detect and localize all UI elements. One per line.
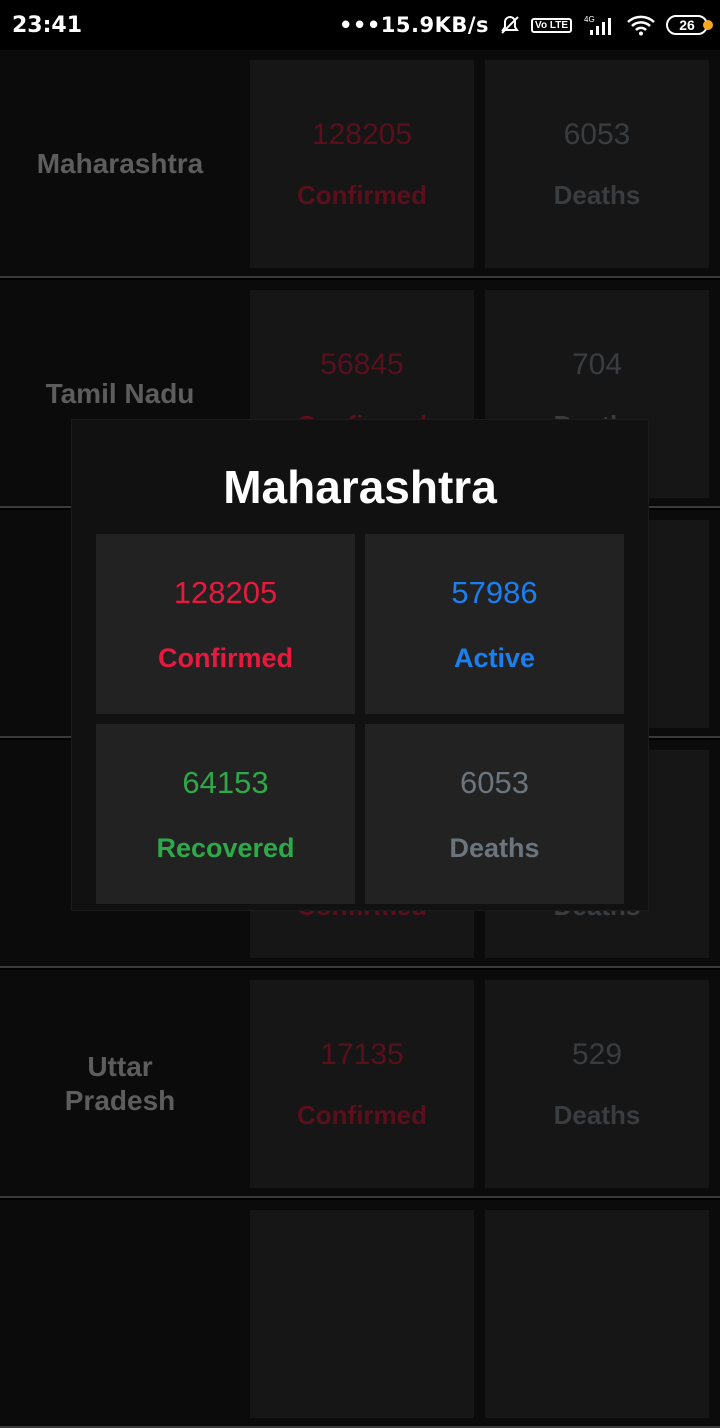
- confirmed-stat-label: Confirmed: [158, 642, 293, 673]
- state-name: Maharashtra: [36, 148, 204, 179]
- confirmed-stat-card: 128205 Confirmed: [96, 534, 355, 714]
- confirmed-value: 17135: [320, 1037, 404, 1071]
- confirmed-card: [250, 1210, 474, 1418]
- volte-icon: Vo LTE: [531, 17, 572, 33]
- status-time: 23:41: [12, 12, 83, 38]
- mute-bell-icon: [499, 14, 521, 36]
- active-stat-label: Active: [453, 642, 536, 673]
- deaths-stat-card: 6053 Deaths: [365, 724, 624, 904]
- confirmed-card: 128205 Confirmed: [250, 60, 474, 268]
- deaths-stat-label: Deaths: [449, 832, 540, 863]
- state-name: [0, 1200, 240, 1428]
- network-speed: •••15.9KB/s: [339, 13, 490, 37]
- confirmed-label: Confirmed: [297, 179, 427, 210]
- deaths-label: Deaths: [553, 1099, 641, 1130]
- deaths-card: 6053 Deaths: [485, 60, 709, 268]
- svg-text:4G: 4G: [584, 15, 595, 24]
- state-detail-dialog[interactable]: Maharashtra 128205 Confirmed 57986 Activ…: [72, 420, 648, 910]
- deaths-value: 529: [571, 1037, 623, 1071]
- recovered-stat-label: Recovered: [156, 832, 295, 863]
- deaths-value: 704: [571, 347, 623, 381]
- confirmed-label: Confirmed: [297, 1099, 427, 1130]
- dialog-title: Maharashtra: [223, 461, 497, 513]
- wifi-icon: [626, 14, 656, 36]
- status-icons: •••15.9KB/s Vo LTE 4G 26: [339, 13, 713, 37]
- state-name: Uttar Pradesh: [64, 1051, 176, 1116]
- recovered-stat-card: 64153 Recovered: [96, 724, 355, 904]
- battery-level: 26: [679, 17, 695, 33]
- confirmed-card: 17135 Confirmed: [250, 980, 474, 1188]
- deaths-card: [485, 1210, 709, 1418]
- recovered-stat-value: 64153: [182, 764, 269, 800]
- confirmed-value: 128205: [311, 117, 413, 151]
- state-row[interactable]: [0, 1200, 720, 1428]
- deaths-label: Deaths: [553, 179, 641, 210]
- deaths-value: 6053: [563, 117, 631, 151]
- deaths-card: 529 Deaths: [485, 980, 709, 1188]
- deaths-stat-value: 6053: [460, 764, 529, 800]
- status-bar: 23:41 •••15.9KB/s Vo LTE 4G 26: [0, 0, 720, 50]
- confirmed-stat-value: 128205: [173, 574, 278, 610]
- state-row[interactable]: Maharashtra 128205 Confirmed 6053 Deaths: [0, 50, 720, 278]
- battery-icon: 26: [666, 15, 713, 35]
- state-row[interactable]: Uttar Pradesh 17135 Confirmed 529 Deaths: [0, 970, 720, 1198]
- confirmed-value: 56845: [320, 347, 404, 381]
- charging-dot-icon: [703, 20, 713, 30]
- signal-icon: 4G: [582, 14, 616, 36]
- active-stat-card: 57986 Active: [365, 534, 624, 714]
- active-stat-value: 57986: [451, 574, 538, 610]
